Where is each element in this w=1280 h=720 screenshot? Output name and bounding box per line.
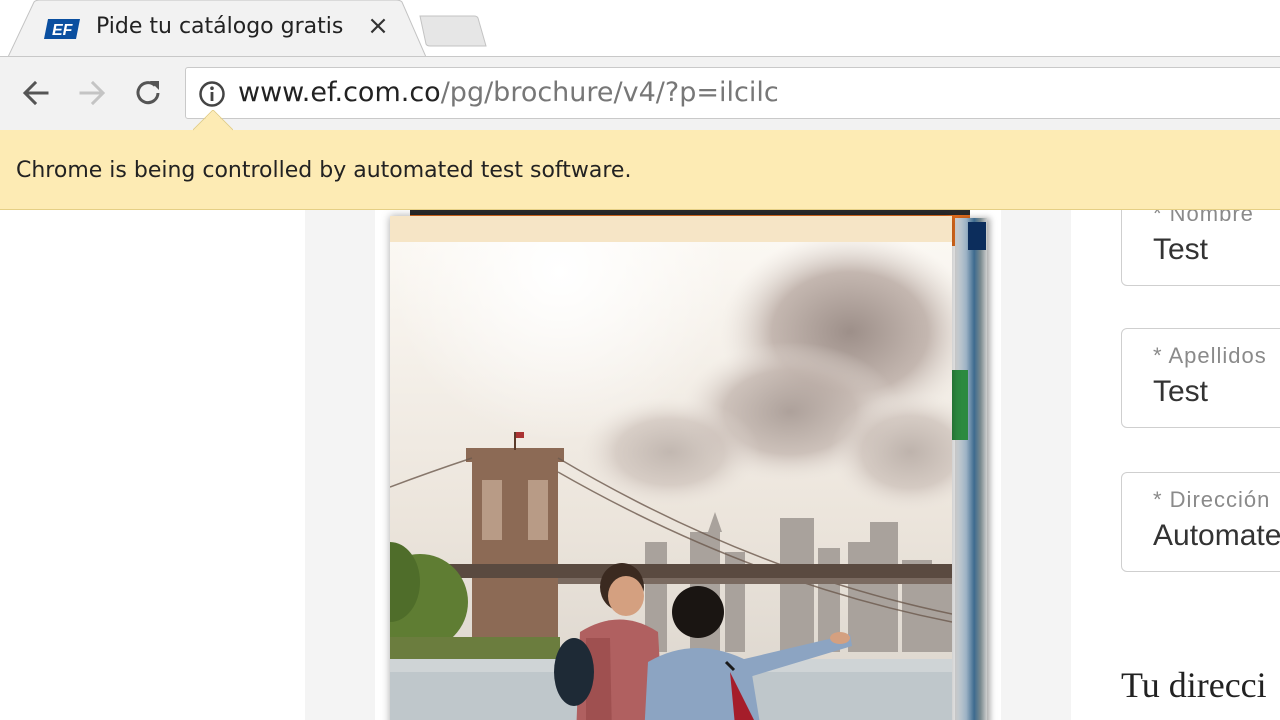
- first-name-field[interactable]: * Nombre Test: [1121, 210, 1280, 286]
- tab-close-icon[interactable]: ×: [366, 13, 390, 39]
- forward-arrow-icon[interactable]: [74, 75, 110, 111]
- brochure-back-edge: [410, 210, 970, 215]
- info-icon[interactable]: [198, 80, 226, 108]
- new-tab-button[interactable]: [418, 14, 488, 48]
- page-content: * Nombre Test * Apellidos Test * Direcci…: [0, 210, 1280, 720]
- automation-infobar: Chrome is being controlled by automated …: [0, 130, 1280, 210]
- infobar-pointer: [193, 110, 233, 131]
- browser-toolbar: www.ef.com.co/pg/brochure/v4/?p=ilcilc: [0, 57, 1280, 130]
- url-host: www.ef.com.co: [238, 77, 441, 108]
- address-bar[interactable]: www.ef.com.co/pg/brochure/v4/?p=ilcilc: [185, 67, 1280, 119]
- url-path: /pg/brochure/v4/?p=ilcilc: [440, 77, 779, 108]
- address-field[interactable]: * Dirección Automate: [1121, 472, 1280, 572]
- address-section-heading: Tu direcci: [1121, 665, 1267, 705]
- last-name-label: * Apellidos: [1153, 343, 1267, 368]
- brochure-stack-edge: [955, 218, 987, 720]
- infobar-message: Chrome is being controlled by automated …: [16, 158, 632, 183]
- address-value[interactable]: Automate: [1153, 519, 1280, 553]
- brochure-cover-photo: [390, 242, 952, 720]
- brochure-cover: [390, 216, 952, 720]
- browser-tab[interactable]: EF Pide tu catálogo gratis ×: [8, 0, 426, 57]
- last-name-field[interactable]: * Apellidos Test: [1121, 328, 1280, 428]
- brochure-stack-tab: [968, 222, 986, 250]
- back-arrow-icon[interactable]: [18, 75, 54, 111]
- tab-title: Pide tu catálogo gratis: [96, 14, 344, 39]
- url-text[interactable]: www.ef.com.co/pg/brochure/v4/?p=ilcilc: [238, 77, 779, 108]
- reload-icon[interactable]: [130, 75, 166, 111]
- brochure-stack-stripe: [952, 370, 968, 440]
- first-name-label: * Nombre: [1153, 210, 1254, 226]
- ef-logo-icon: EF: [44, 19, 80, 39]
- first-name-value[interactable]: Test: [1153, 233, 1208, 267]
- last-name-value[interactable]: Test: [1153, 375, 1208, 409]
- tab-strip: EF Pide tu catálogo gratis ×: [0, 0, 1280, 57]
- address-label: * Dirección: [1153, 487, 1271, 512]
- brochure-cover-band: [390, 216, 952, 242]
- svg-text:EF: EF: [52, 22, 74, 39]
